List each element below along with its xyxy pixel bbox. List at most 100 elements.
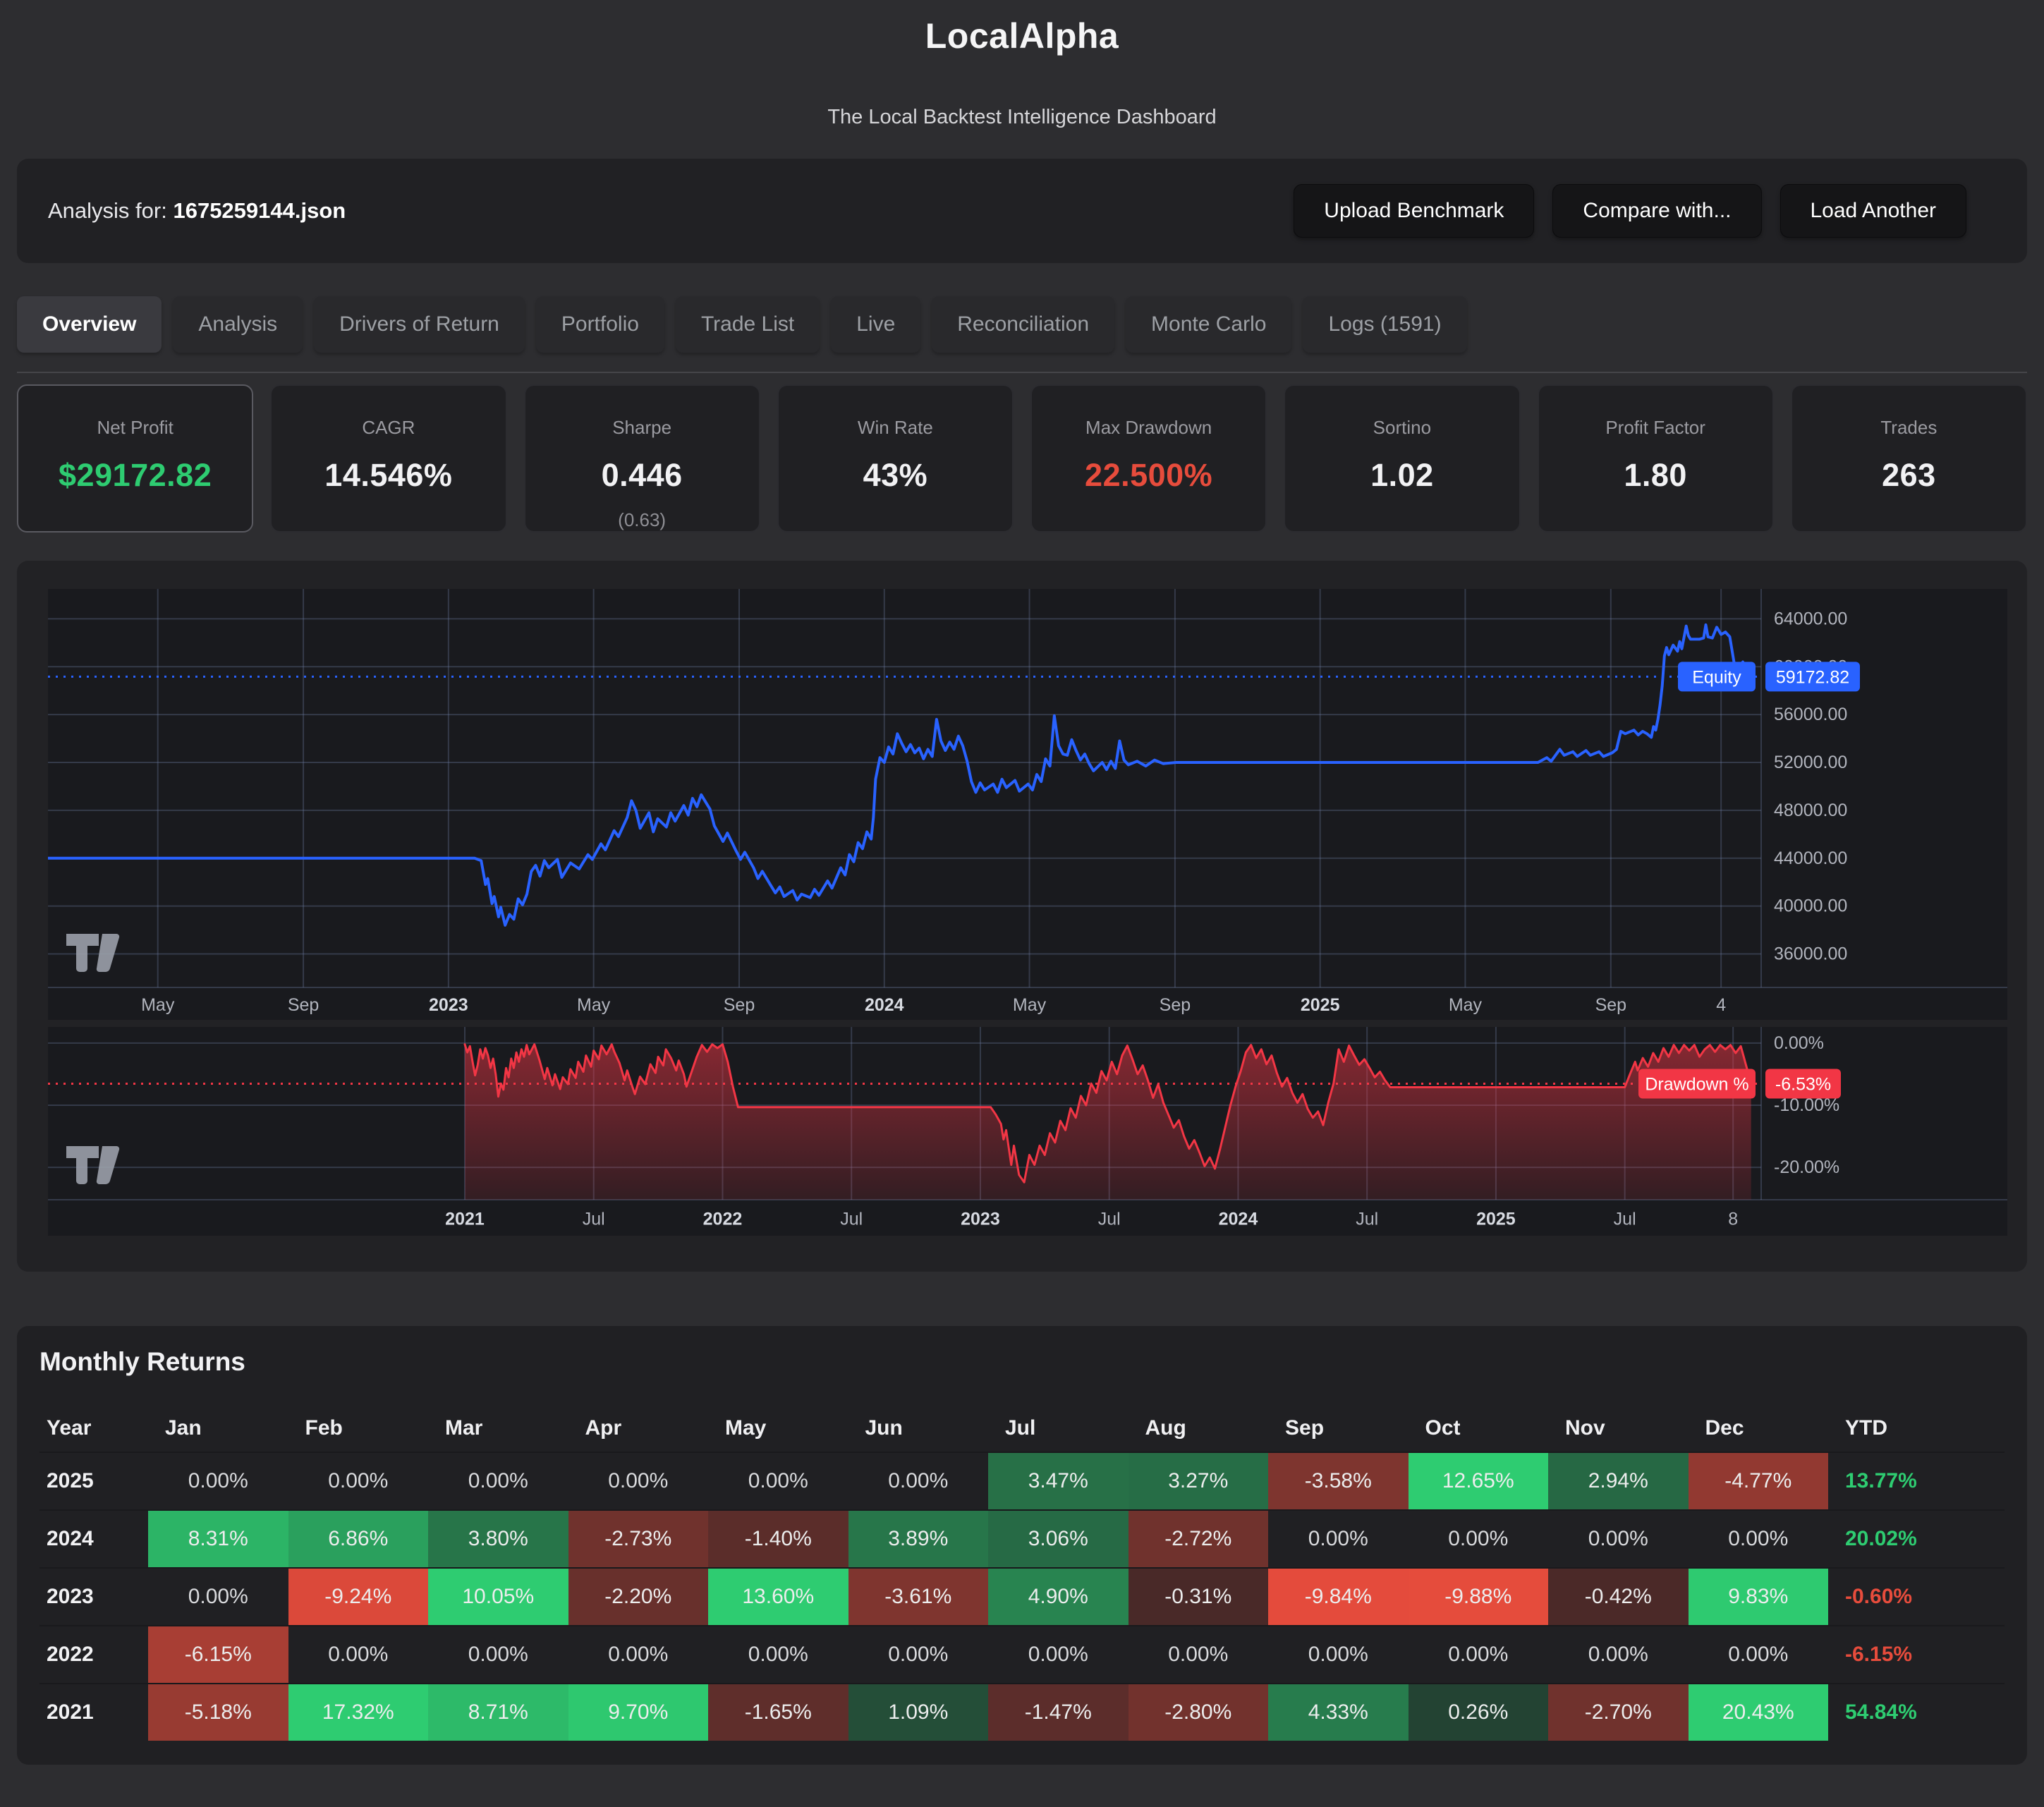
column-header-sep: Sep: [1268, 1405, 1409, 1452]
return-cell: -3.58%: [1268, 1453, 1409, 1509]
equity-svg[interactable]: 64000.0060000.0056000.0052000.0048000.00…: [48, 589, 2007, 1020]
return-cell: -6.15%: [148, 1626, 288, 1683]
tab-portfolio[interactable]: Portfolio: [536, 296, 664, 353]
return-cell: -4.77%: [1689, 1453, 1829, 1509]
return-cell: 0.00%: [1129, 1626, 1269, 1683]
svg-text:44000.00: 44000.00: [1774, 848, 1847, 868]
return-cell: 3.47%: [988, 1453, 1129, 1509]
return-cell: 0.00%: [1268, 1626, 1409, 1683]
analysis-buttons: Upload Benchmark Compare with... Load Anot…: [1294, 184, 1996, 238]
return-cell: -2.72%: [1129, 1511, 1269, 1567]
svg-text:4: 4: [1716, 995, 1726, 1015]
monthly-row-2023: 20230.00%-9.24%10.05%-2.20%13.60%-3.61%4…: [39, 1567, 2005, 1625]
metric-card-max-drawdown: Max Drawdown22.500%: [1030, 384, 1267, 533]
svg-text:2024: 2024: [1219, 1210, 1258, 1229]
return-cell: 0.00%: [428, 1453, 568, 1509]
app-title: LocalAlpha: [0, 16, 2044, 56]
svg-text:64000.00: 64000.00: [1774, 609, 1847, 628]
compare-with-button[interactable]: Compare with...: [1552, 184, 1761, 238]
metric-label: Win Rate: [858, 417, 933, 439]
return-cell: 17.32%: [288, 1684, 429, 1741]
equity-chart[interactable]: 64000.0060000.0056000.0052000.0048000.00…: [48, 589, 2007, 1020]
column-header-aug: Aug: [1129, 1405, 1269, 1452]
load-another-button[interactable]: Load Another: [1780, 184, 1967, 238]
return-cell: 3.80%: [428, 1511, 568, 1567]
svg-text:2021: 2021: [445, 1210, 485, 1229]
monthly-table-header-row: YearJanFebMarAprMayJunJulAugSepOctNovDec…: [39, 1405, 2005, 1452]
return-cell: 3.27%: [1129, 1453, 1269, 1509]
monthly-returns-card: Monthly Returns YearJanFebMarAprMayJunJu…: [17, 1326, 2027, 1765]
column-header-apr: Apr: [568, 1405, 709, 1452]
analysis-filename: 1675259144.json: [173, 198, 346, 223]
return-cell: 12.65%: [1409, 1453, 1549, 1509]
metric-label: Profit Factor: [1605, 417, 1705, 439]
return-cell: 0.00%: [148, 1569, 288, 1625]
upload-benchmark-button[interactable]: Upload Benchmark: [1294, 184, 1534, 238]
return-cell: 13.60%: [708, 1569, 848, 1625]
column-header-jul: Jul: [988, 1405, 1129, 1452]
return-cell: 0.00%: [288, 1626, 429, 1683]
return-cell: -2.80%: [1129, 1684, 1269, 1741]
return-cell: 6.86%: [288, 1511, 429, 1567]
tab-reconciliation[interactable]: Reconciliation: [932, 296, 1114, 353]
return-cell: 0.00%: [568, 1453, 709, 1509]
return-cell: 0.00%: [1268, 1511, 1409, 1567]
metric-value: 43%: [863, 457, 928, 494]
svg-text:48000.00: 48000.00: [1774, 801, 1847, 820]
return-cell: 0.00%: [1689, 1626, 1829, 1683]
monthly-row-2024: 20248.31%6.86%3.80%-2.73%-1.40%3.89%3.06…: [39, 1509, 2005, 1567]
year-cell: 2022: [39, 1626, 148, 1683]
metric-label: Max Drawdown: [1085, 417, 1212, 439]
svg-text:Jul: Jul: [840, 1210, 863, 1229]
svg-text:2023: 2023: [961, 1210, 1000, 1229]
return-cell: 0.00%: [708, 1626, 848, 1683]
svg-text:2024: 2024: [865, 995, 904, 1015]
svg-text:56000.00: 56000.00: [1774, 705, 1847, 724]
svg-text:Sep: Sep: [1595, 995, 1626, 1015]
svg-text:Jul: Jul: [583, 1210, 605, 1229]
monthly-returns-title: Monthly Returns: [39, 1347, 2005, 1377]
svg-text:8: 8: [1728, 1210, 1738, 1229]
tab-overview[interactable]: Overview: [17, 296, 162, 353]
return-cell: 0.00%: [1409, 1511, 1549, 1567]
metric-card-net-profit: Net Profit$29172.82: [17, 384, 253, 533]
return-cell: -0.31%: [1129, 1569, 1269, 1625]
drawdown-svg[interactable]: 0.00%-10.00%-20.00%2021Jul2022Jul2023Jul…: [48, 1027, 2007, 1236]
ytd-cell: 54.84%: [1828, 1684, 2005, 1741]
svg-text:Jul: Jul: [1614, 1210, 1636, 1229]
tab-logs-1591[interactable]: Logs (1591): [1303, 296, 1466, 353]
return-cell: 0.00%: [1689, 1511, 1829, 1567]
ytd-cell: -0.60%: [1828, 1569, 2005, 1625]
tab-drivers-of-return[interactable]: Drivers of Return: [314, 296, 525, 353]
svg-text:Equity: Equity: [1692, 667, 1741, 687]
svg-text:2023: 2023: [429, 995, 468, 1015]
return-cell: -9.88%: [1409, 1569, 1549, 1625]
metric-card-win-rate: Win Rate 43%: [777, 384, 1014, 533]
return-cell: -1.40%: [708, 1511, 848, 1567]
return-cell: 0.00%: [848, 1626, 989, 1683]
metric-label: Sharpe: [612, 417, 671, 439]
column-header-jan: Jan: [148, 1405, 288, 1452]
app-subtitle: The Local Backtest Intelligence Dashboar…: [0, 106, 2044, 129]
return-cell: 3.89%: [848, 1511, 989, 1567]
drawdown-chart[interactable]: 0.00%-10.00%-20.00%2021Jul2022Jul2023Jul…: [48, 1027, 2007, 1236]
return-cell: -2.70%: [1548, 1684, 1689, 1741]
return-cell: 0.00%: [1548, 1511, 1689, 1567]
tab-analysis[interactable]: Analysis: [173, 296, 303, 353]
svg-text:Jul: Jul: [1356, 1210, 1378, 1229]
monthly-row-2022: 2022-6.15%0.00%0.00%0.00%0.00%0.00%0.00%…: [39, 1625, 2005, 1683]
return-cell: 0.00%: [148, 1453, 288, 1509]
column-header-may: May: [708, 1405, 848, 1452]
return-cell: 0.00%: [988, 1626, 1129, 1683]
return-cell: -2.73%: [568, 1511, 709, 1567]
tab-trade-list[interactable]: Trade List: [676, 296, 820, 353]
return-cell: 0.00%: [848, 1453, 989, 1509]
return-cell: -9.24%: [288, 1569, 429, 1625]
column-header-oct: Oct: [1409, 1405, 1549, 1452]
metric-card-profit-factor: Profit Factor1.80: [1538, 384, 1774, 533]
return-cell: 10.05%: [428, 1569, 568, 1625]
tab-monte-carlo[interactable]: Monte Carlo: [1126, 296, 1291, 353]
svg-text:Sep: Sep: [724, 995, 755, 1015]
svg-text:Jul: Jul: [1098, 1210, 1121, 1229]
tab-live[interactable]: Live: [831, 296, 920, 353]
